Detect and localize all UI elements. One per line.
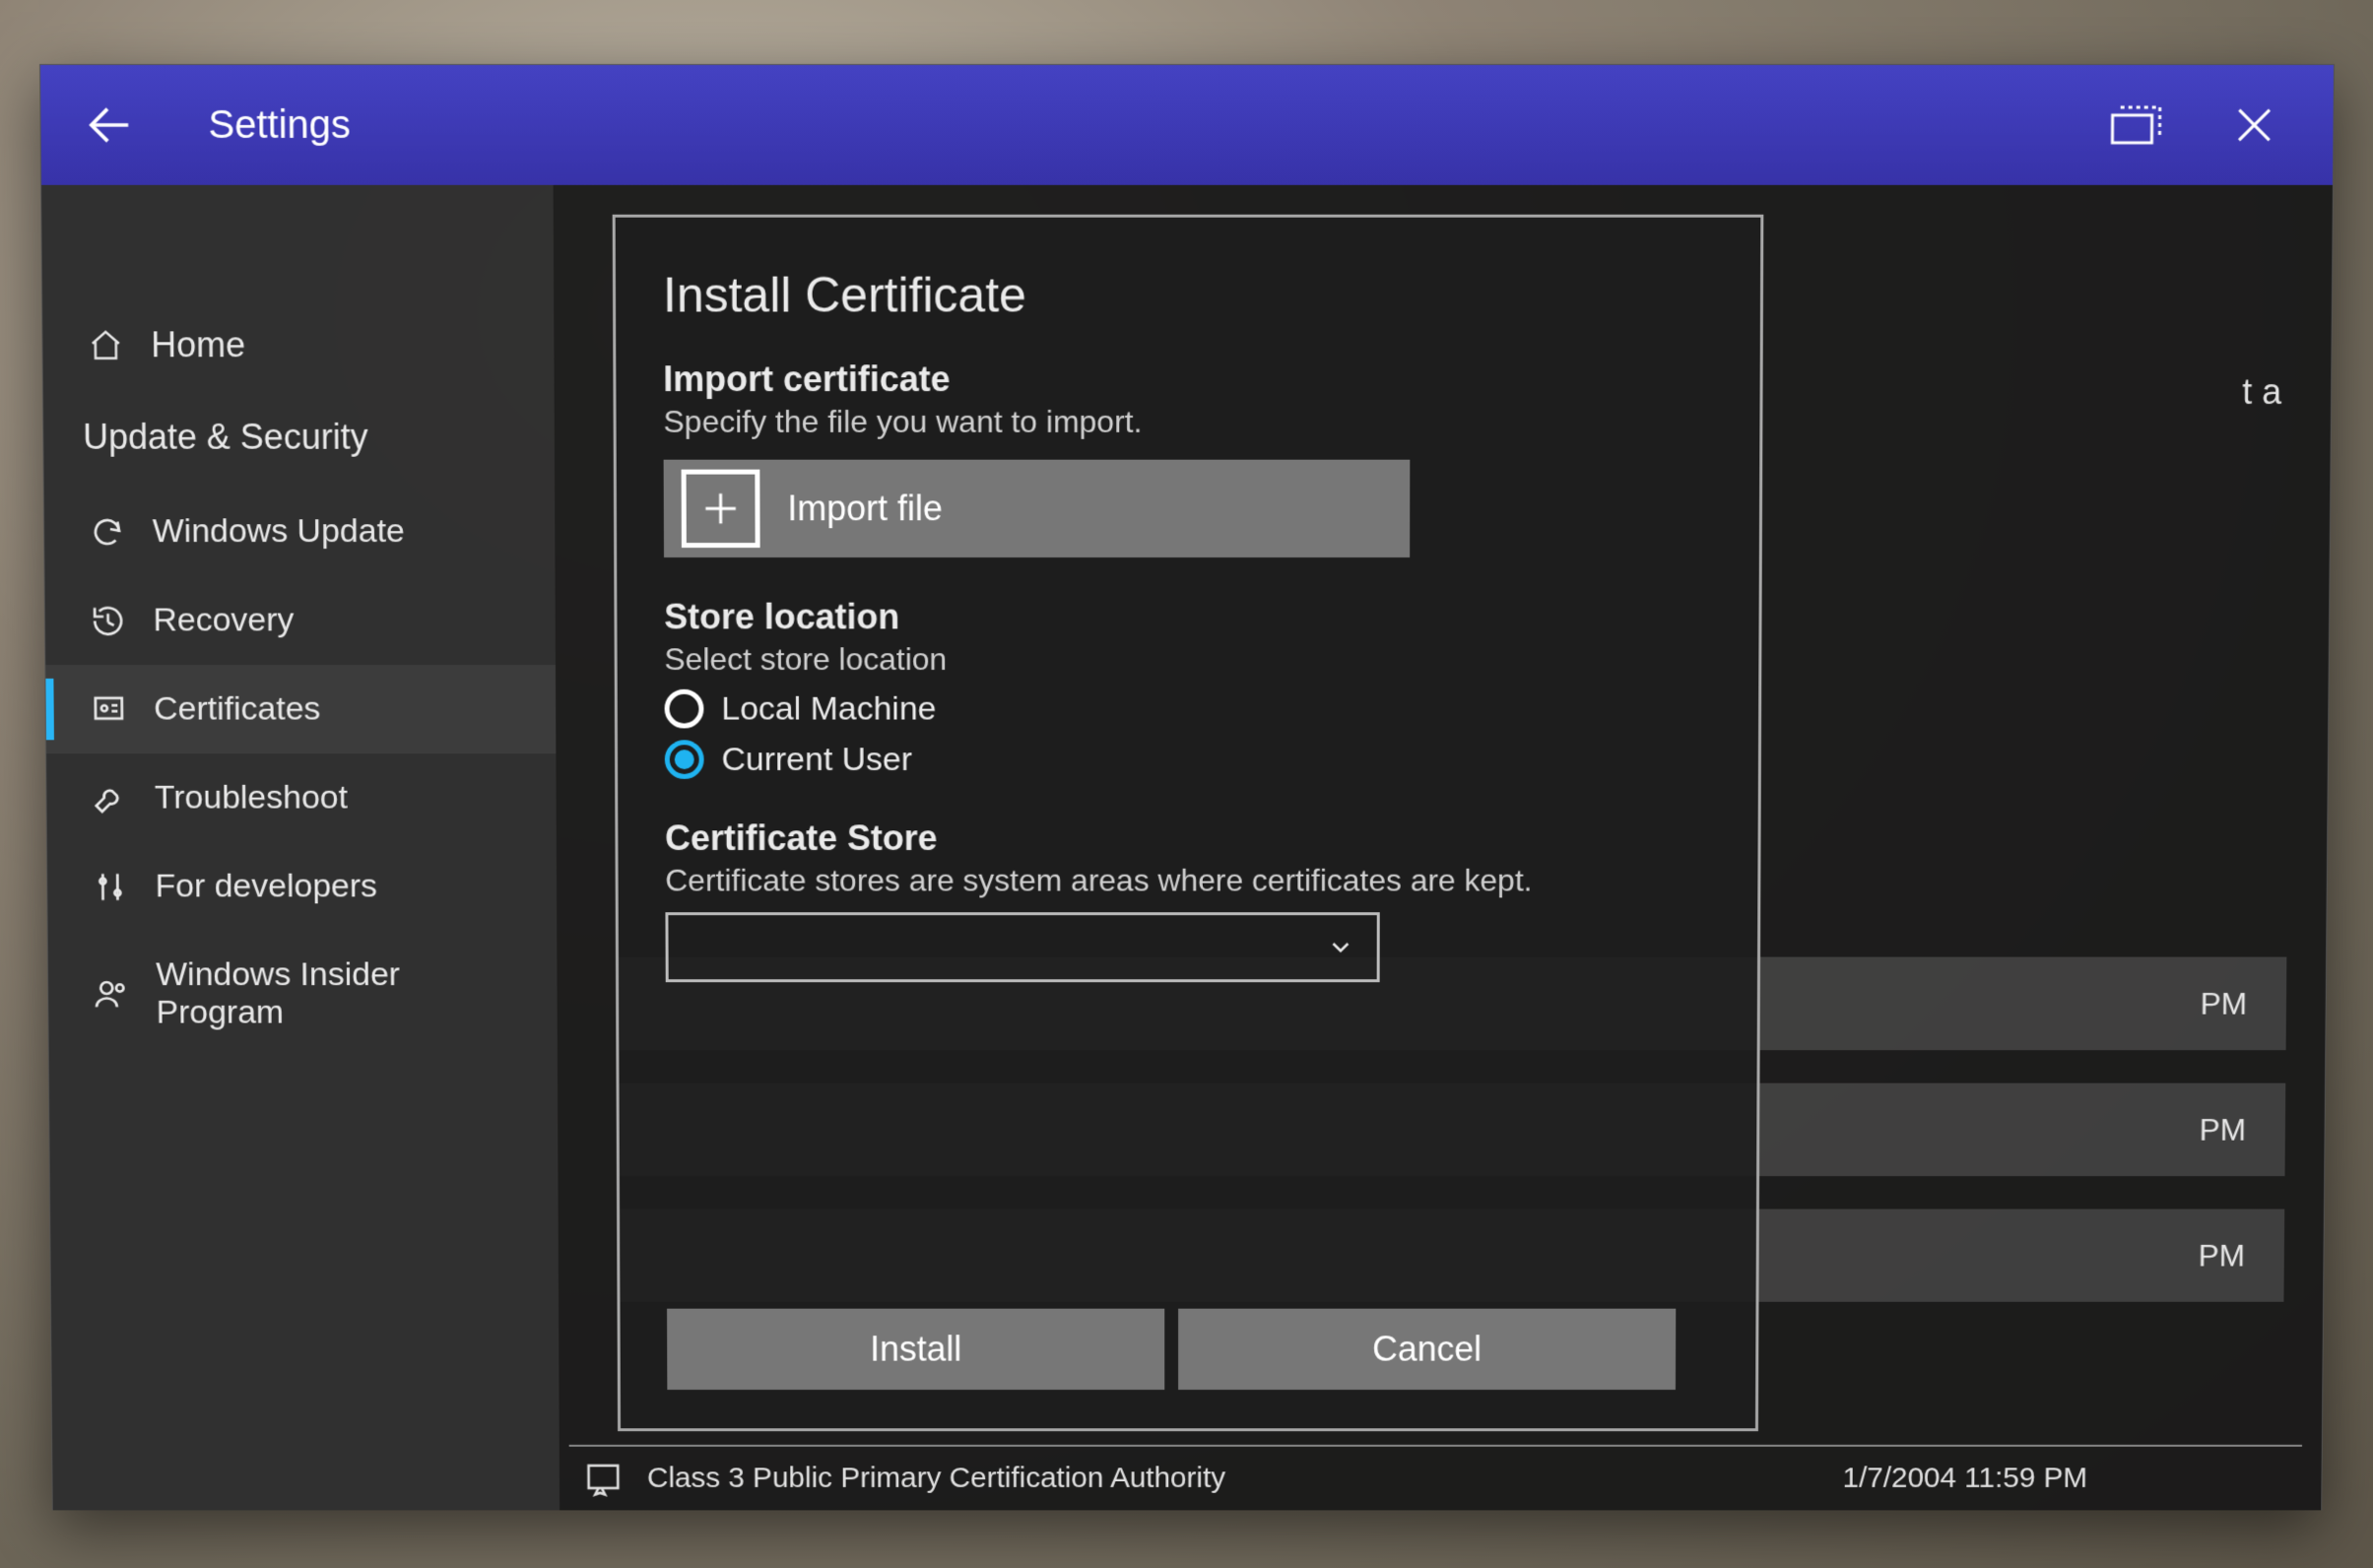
sidebar-section-title: Update & Security: [43, 387, 555, 487]
install-button[interactable]: Install: [667, 1309, 1164, 1390]
sidebar-item-for-developers[interactable]: For developers: [47, 842, 557, 931]
bg-cert-name: Class 3 Public Primary Certification Aut…: [647, 1462, 1225, 1494]
sidebar-item-label: For developers: [155, 868, 377, 906]
dialog-actions: Install Cancel: [667, 1309, 1709, 1390]
tools-icon: [87, 869, 134, 904]
sidebar: Home Update & Security Windows Update: [41, 185, 560, 1511]
import-group: Import certificate Specify the file you …: [663, 359, 1713, 557]
settings-window: Settings Home: [39, 64, 2335, 1510]
radio-icon: [665, 740, 704, 779]
chevron-down-icon: [1326, 933, 1355, 962]
store-location-group: Store location Select store location Loc…: [664, 597, 1712, 779]
sidebar-item-troubleshoot[interactable]: Troubleshoot: [46, 753, 557, 842]
bg-cert-timestamp: 1/7/2004 11:59 PM: [1842, 1462, 2087, 1494]
sidebar-item-label: Windows Insider Program: [156, 956, 400, 1032]
sidebar-item-label: Troubleshoot: [155, 779, 348, 817]
sync-icon: [84, 514, 131, 550]
close-button[interactable]: [2205, 86, 2304, 164]
bg-cert-row[interactable]: Class 3 Public Primary Certification Aut…: [569, 1445, 2302, 1511]
cert-store-heading: Certificate Store: [665, 817, 1711, 858]
cancel-button[interactable]: Cancel: [1178, 1309, 1676, 1390]
bg-partial-text: t a: [2242, 371, 2281, 413]
sidebar-item-label: Recovery: [153, 602, 294, 640]
content-area: t a PM PM PM Class 3 Public Primary Cert…: [554, 185, 2333, 1511]
import-heading: Import certificate: [663, 359, 1713, 400]
certificate-icon: [85, 691, 132, 727]
sidebar-home-label: Home: [151, 324, 245, 365]
radio-label: Local Machine: [721, 689, 936, 728]
sidebar-home[interactable]: Home: [42, 303, 554, 388]
person-icon: [88, 976, 135, 1011]
store-location-sub: Select store location: [664, 641, 1711, 678]
sidebar-item-certificates[interactable]: Certificates: [45, 665, 556, 753]
import-file-button[interactable]: Import file: [664, 460, 1411, 557]
restore-window-button[interactable]: [2086, 86, 2186, 164]
plus-icon: [682, 470, 760, 548]
sidebar-item-recovery[interactable]: Recovery: [45, 576, 556, 665]
cert-store-select[interactable]: [665, 912, 1379, 982]
import-file-label: Import file: [787, 489, 943, 530]
radio-icon: [665, 689, 704, 729]
sidebar-item-label: Windows Update: [153, 512, 405, 551]
sidebar-item-windows-insider[interactable]: Windows Insider Program: [48, 931, 558, 1057]
sidebar-item-windows-update[interactable]: Windows Update: [44, 488, 556, 576]
install-certificate-dialog: Install Certificate Import certificate S…: [613, 215, 1764, 1431]
dialog-title: Install Certificate: [663, 267, 1713, 324]
window-title: Settings: [208, 102, 351, 147]
certificate-icon: [569, 1460, 637, 1498]
home-icon: [82, 327, 129, 362]
wrench-icon: [86, 780, 133, 816]
import-sub: Specify the file you want to import.: [663, 404, 1712, 440]
sidebar-item-label: Certificates: [154, 690, 321, 729]
cert-store-group: Certificate Store Certificate stores are…: [665, 817, 1711, 982]
history-icon: [85, 603, 132, 638]
back-button[interactable]: [70, 86, 150, 164]
titlebar: Settings: [40, 65, 2334, 185]
radio-label: Current User: [721, 741, 912, 779]
store-location-heading: Store location: [664, 597, 1712, 638]
cert-store-sub: Certificate stores are system areas wher…: [665, 863, 1711, 899]
radio-current-user[interactable]: Current User: [665, 740, 1712, 779]
radio-local-machine[interactable]: Local Machine: [665, 689, 1712, 729]
